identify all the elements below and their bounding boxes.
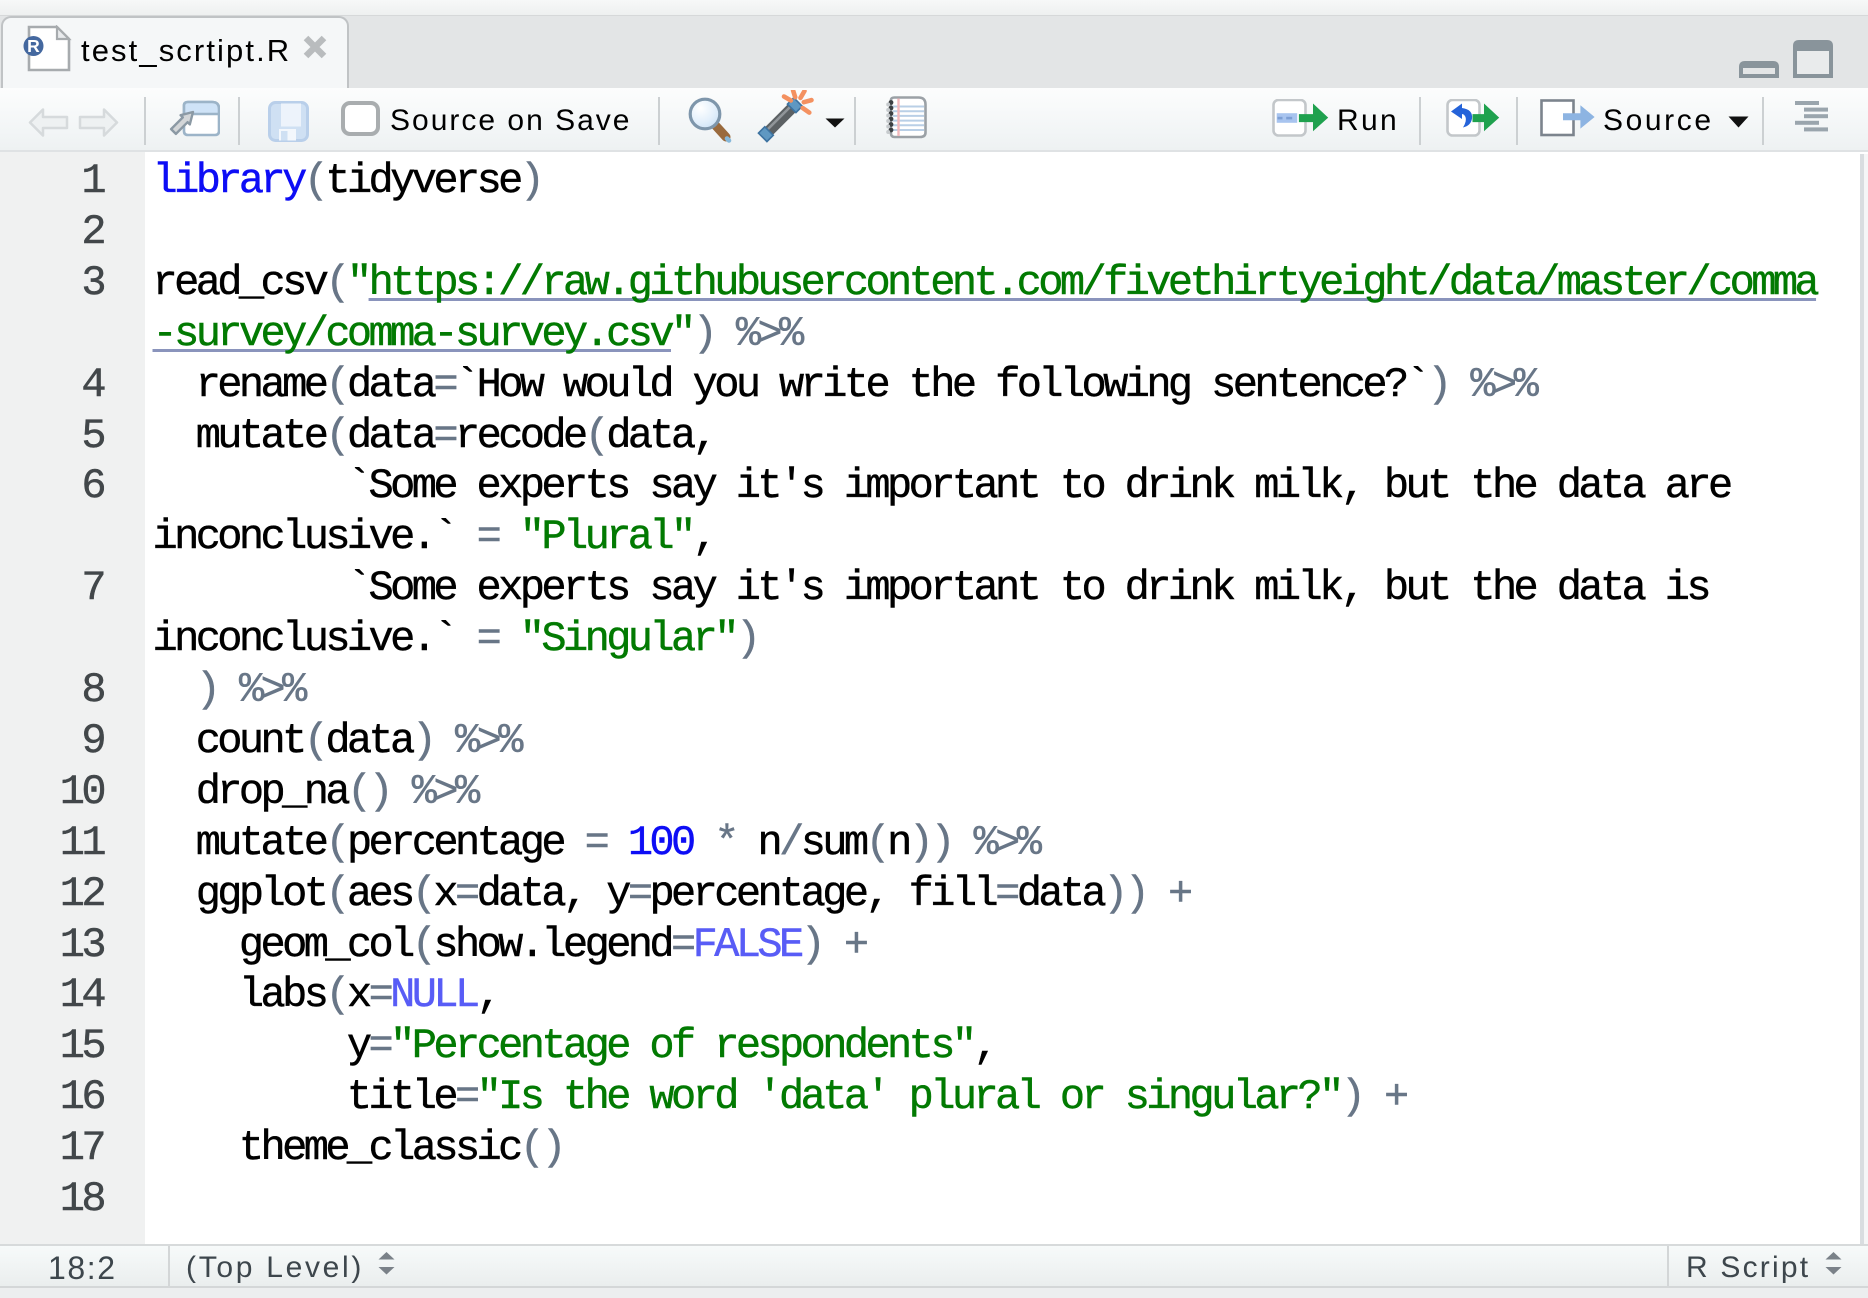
svg-text:R: R (27, 36, 40, 56)
